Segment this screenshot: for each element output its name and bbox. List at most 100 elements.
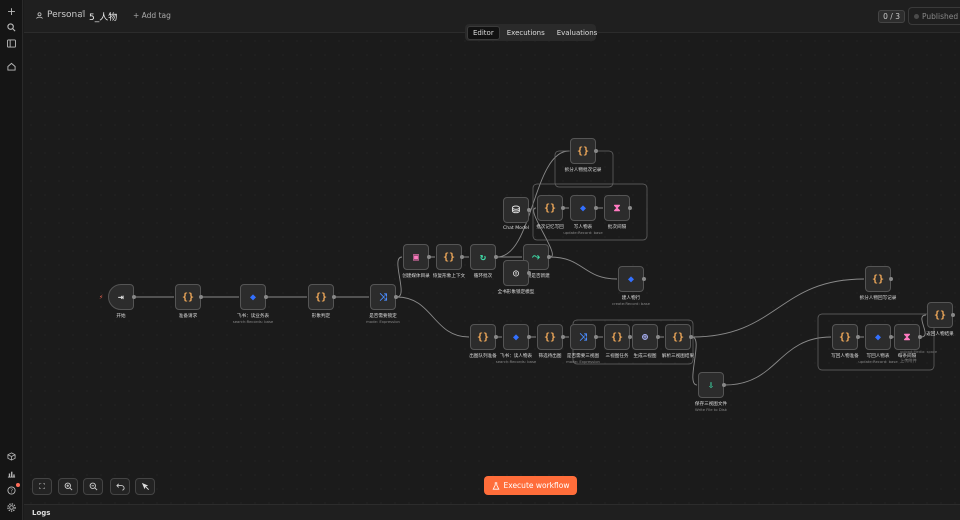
node-icon: {} bbox=[543, 331, 557, 343]
fit-view-button[interactable]: ⛶ bbox=[32, 478, 52, 495]
plus-icon[interactable]: + bbox=[3, 3, 20, 20]
connection-if_new-new_person[interactable] bbox=[549, 256, 618, 280]
node-label: 返回人物结果 bbox=[926, 332, 954, 337]
node-wait2[interactable]: ⧗ 每条间隔 bbox=[894, 324, 922, 359]
node-switch2[interactable]: ⤨ 是否需要三视图 mode: Expression bbox=[566, 324, 600, 364]
node-task3[interactable]: {} 三视图任务 bbox=[604, 324, 632, 359]
output-port[interactable] bbox=[656, 335, 660, 339]
workflow-canvas[interactable]: ⇥ 开始 ⚡ {} 准备请求 ◆ 飞书：读业务表 search:Records: base {}… bbox=[24, 34, 960, 504]
output-port[interactable] bbox=[132, 295, 136, 299]
node-icon: ↻ bbox=[479, 251, 487, 263]
zoom-out-button[interactable] bbox=[83, 478, 103, 495]
node-switch[interactable]: ⤨ 是否需要锁定 mode: Expression bbox=[366, 284, 400, 324]
output-port[interactable] bbox=[561, 335, 565, 339]
output-port[interactable] bbox=[561, 206, 565, 210]
node-wb-prep[interactable]: {} 写回人物准备 bbox=[831, 324, 860, 359]
breadcrumb-project[interactable]: Personal bbox=[36, 10, 85, 20]
node-new-person[interactable]: ◆ 建人物行 create:Record: base bbox=[612, 266, 650, 306]
output-port[interactable] bbox=[689, 335, 693, 339]
node-prep[interactable]: {} 准备请求 bbox=[175, 284, 203, 319]
select-tool-button[interactable] bbox=[135, 478, 155, 495]
node-split-top[interactable]: {} 拆分人物批次记录 bbox=[565, 138, 601, 173]
node-http3[interactable]: ⊕ 生成三视图 bbox=[632, 324, 660, 359]
output-port[interactable] bbox=[527, 335, 531, 339]
tab-executions[interactable]: Executions bbox=[502, 27, 550, 39]
help-icon[interactable]: ? bbox=[3, 482, 20, 499]
gear-icon[interactable] bbox=[3, 499, 20, 516]
output-port[interactable] bbox=[494, 255, 498, 259]
node-filter[interactable]: {} 筛选待出图 bbox=[537, 324, 565, 359]
cube-icon[interactable] bbox=[3, 448, 20, 465]
node-icon: ⇩ bbox=[707, 379, 715, 391]
execute-label: Execute workflow bbox=[503, 481, 570, 490]
node-label: 三视图任务 bbox=[605, 354, 629, 359]
node-batch-code[interactable]: {} 批次记忆写回 bbox=[536, 195, 565, 230]
node-loop[interactable]: ↻ 循环批次 bbox=[470, 244, 498, 279]
output-port[interactable] bbox=[951, 313, 955, 317]
node-start[interactable]: ⇥ 开始 ⚡ bbox=[99, 284, 136, 319]
panel-icon[interactable] bbox=[3, 35, 20, 52]
output-port[interactable] bbox=[332, 295, 336, 299]
output-port[interactable] bbox=[889, 335, 893, 339]
node-parse3[interactable]: {} 解析三视图结果 bbox=[662, 324, 694, 359]
output-port[interactable] bbox=[594, 149, 598, 153]
node-chat[interactable]: ⛁ Chat Model bbox=[503, 197, 531, 231]
published-toggle[interactable]: Published bbox=[908, 7, 960, 25]
node-split-r[interactable]: {} 拆分人物回写记录 bbox=[860, 266, 896, 301]
output-port[interactable] bbox=[527, 271, 531, 275]
home-icon[interactable] bbox=[3, 58, 20, 75]
connection-save_file-wb_prep[interactable] bbox=[724, 336, 832, 386]
node-subtitle: Write File to Disk bbox=[695, 407, 727, 412]
tab-editor[interactable]: Editor bbox=[467, 25, 500, 40]
node-judge[interactable]: {} 形象判定 bbox=[308, 284, 336, 319]
output-port[interactable] bbox=[628, 206, 632, 210]
node-label: 准备请求 bbox=[178, 314, 198, 319]
output-port[interactable] bbox=[494, 335, 498, 339]
node-write-person[interactable]: ◆ 写人物表 update:Record: base bbox=[563, 195, 603, 235]
node-subtitle: search:Records: base bbox=[232, 319, 274, 324]
output-port[interactable] bbox=[264, 295, 268, 299]
output-port[interactable] bbox=[722, 383, 726, 387]
node-restore[interactable]: {} 恢复形象上下文 bbox=[433, 244, 465, 279]
node-icon: {} bbox=[933, 309, 947, 321]
output-port[interactable] bbox=[527, 208, 531, 212]
execute-workflow-button[interactable]: Execute workflow bbox=[484, 476, 577, 495]
node-wait[interactable]: ⧗ 批次间隔 bbox=[604, 195, 632, 230]
node-queue-prep[interactable]: {} 出图队列准备 bbox=[469, 324, 498, 359]
node-openai[interactable]: ◎ 全书形象锁定模型 bbox=[498, 260, 534, 295]
output-port[interactable] bbox=[394, 295, 398, 299]
search-icon[interactable] bbox=[3, 19, 20, 36]
output-port[interactable] bbox=[856, 335, 860, 339]
output-port[interactable] bbox=[642, 277, 646, 281]
node-feishu-read[interactable]: ◆ 飞书：读业务表 search:Records: base bbox=[233, 284, 273, 324]
node-return[interactable]: {} 返回人物结果 bbox=[926, 302, 955, 337]
zoom-in-button[interactable] bbox=[58, 478, 78, 495]
logs-panel[interactable]: Logs bbox=[24, 504, 960, 520]
node-icon: {} bbox=[610, 331, 624, 343]
output-port[interactable] bbox=[460, 255, 464, 259]
output-port[interactable] bbox=[547, 255, 551, 259]
node-wb-person[interactable]: ◆ 写回人物表 update:Record: base bbox=[858, 324, 898, 364]
user-icon bbox=[36, 11, 43, 19]
node-icon: {} bbox=[871, 273, 885, 285]
node-label: 批次记忆写回 bbox=[536, 225, 564, 230]
node-feishu-read2[interactable]: ◆ 飞书：读人物表 search:Records: base bbox=[496, 324, 536, 364]
node-mkdir[interactable]: ▣ 创建媒体目录 bbox=[402, 244, 431, 279]
node-icon: ◆ bbox=[512, 331, 520, 343]
output-port[interactable] bbox=[427, 255, 431, 259]
node-subtitle: search:Records: base bbox=[495, 359, 537, 364]
undo-button[interactable] bbox=[110, 478, 130, 495]
output-port[interactable] bbox=[594, 335, 598, 339]
output-port[interactable] bbox=[199, 295, 203, 299]
tab-evaluations[interactable]: Evaluations bbox=[552, 27, 603, 39]
svg-text:?: ? bbox=[10, 489, 13, 495]
output-port[interactable] bbox=[594, 206, 598, 210]
node-label: Chat Model bbox=[503, 226, 529, 231]
node-save-file[interactable]: ⇩ 保存三视图文件 Write File to Disk bbox=[695, 372, 727, 412]
connection-switch-queue_prep[interactable] bbox=[396, 296, 470, 338]
chart-icon[interactable] bbox=[3, 465, 20, 482]
output-port[interactable] bbox=[918, 335, 922, 339]
output-port[interactable] bbox=[889, 277, 893, 281]
workflow-name[interactable]: 5_人物 bbox=[89, 10, 117, 23]
add-tag-button[interactable]: + Add tag bbox=[133, 11, 171, 20]
